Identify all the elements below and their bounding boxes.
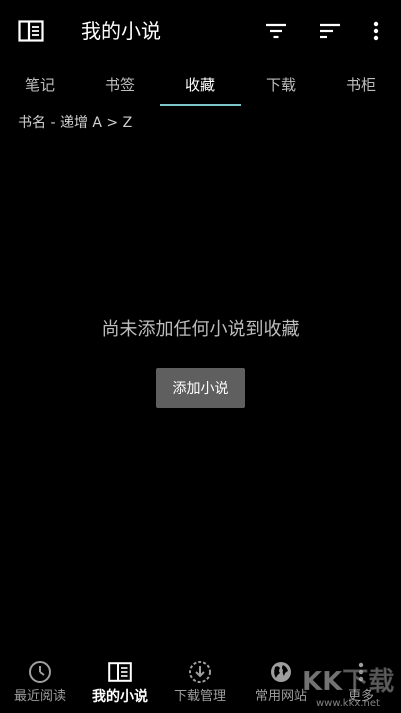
tab-bookmarks[interactable]: 书签 xyxy=(80,62,160,106)
nav-label: 下载管理 xyxy=(173,689,226,704)
filter-button[interactable] xyxy=(262,17,290,45)
nav-my-novels[interactable]: 我的小说 xyxy=(80,652,160,713)
tab-bar: 笔记 书签 收藏 下载 书柜 xyxy=(0,62,401,106)
nav-more[interactable]: 更多 xyxy=(321,652,401,713)
tab-favorites[interactable]: 收藏 xyxy=(160,62,240,106)
nav-label: 常用网站 xyxy=(254,689,307,704)
app-bar: 我的小说 xyxy=(0,0,401,62)
book-icon xyxy=(18,20,44,42)
nav-favorite-sites[interactable]: 常用网站 xyxy=(241,652,321,713)
page-title: 我的小说 xyxy=(81,19,161,43)
empty-state-message: 尚未添加任何小说到收藏 xyxy=(101,319,300,340)
sort-icon xyxy=(320,23,340,39)
more-vert-icon xyxy=(373,21,379,41)
sort-button[interactable] xyxy=(316,17,344,45)
clock-icon xyxy=(29,661,51,683)
tab-downloads[interactable]: 下载 xyxy=(241,62,321,106)
nav-label: 我的小说 xyxy=(92,689,148,705)
more-options-button[interactable] xyxy=(362,17,390,45)
tab-bookshelf[interactable]: 书柜 xyxy=(321,62,401,106)
globe-icon xyxy=(271,662,291,682)
nav-label: 最近阅读 xyxy=(13,689,66,704)
more-vert-icon xyxy=(358,662,364,682)
bottom-navigation: 最近阅读 我的小说 下载管理 常用网站 更多 xyxy=(0,652,401,713)
nav-label: 更多 xyxy=(347,689,374,704)
add-novel-button[interactable]: 添加小说 xyxy=(156,368,245,408)
book-icon xyxy=(108,662,132,682)
filter-icon xyxy=(266,23,286,39)
nav-download-manager[interactable]: 下载管理 xyxy=(160,652,240,713)
nav-recent-reading[interactable]: 最近阅读 xyxy=(0,652,80,713)
active-tab-indicator xyxy=(160,104,241,106)
drawer-book-button[interactable] xyxy=(17,18,45,44)
sort-order-label[interactable]: 书名 - 递增 A > Z xyxy=(18,113,132,133)
download-icon xyxy=(189,661,211,683)
tab-notes[interactable]: 笔记 xyxy=(0,62,80,106)
